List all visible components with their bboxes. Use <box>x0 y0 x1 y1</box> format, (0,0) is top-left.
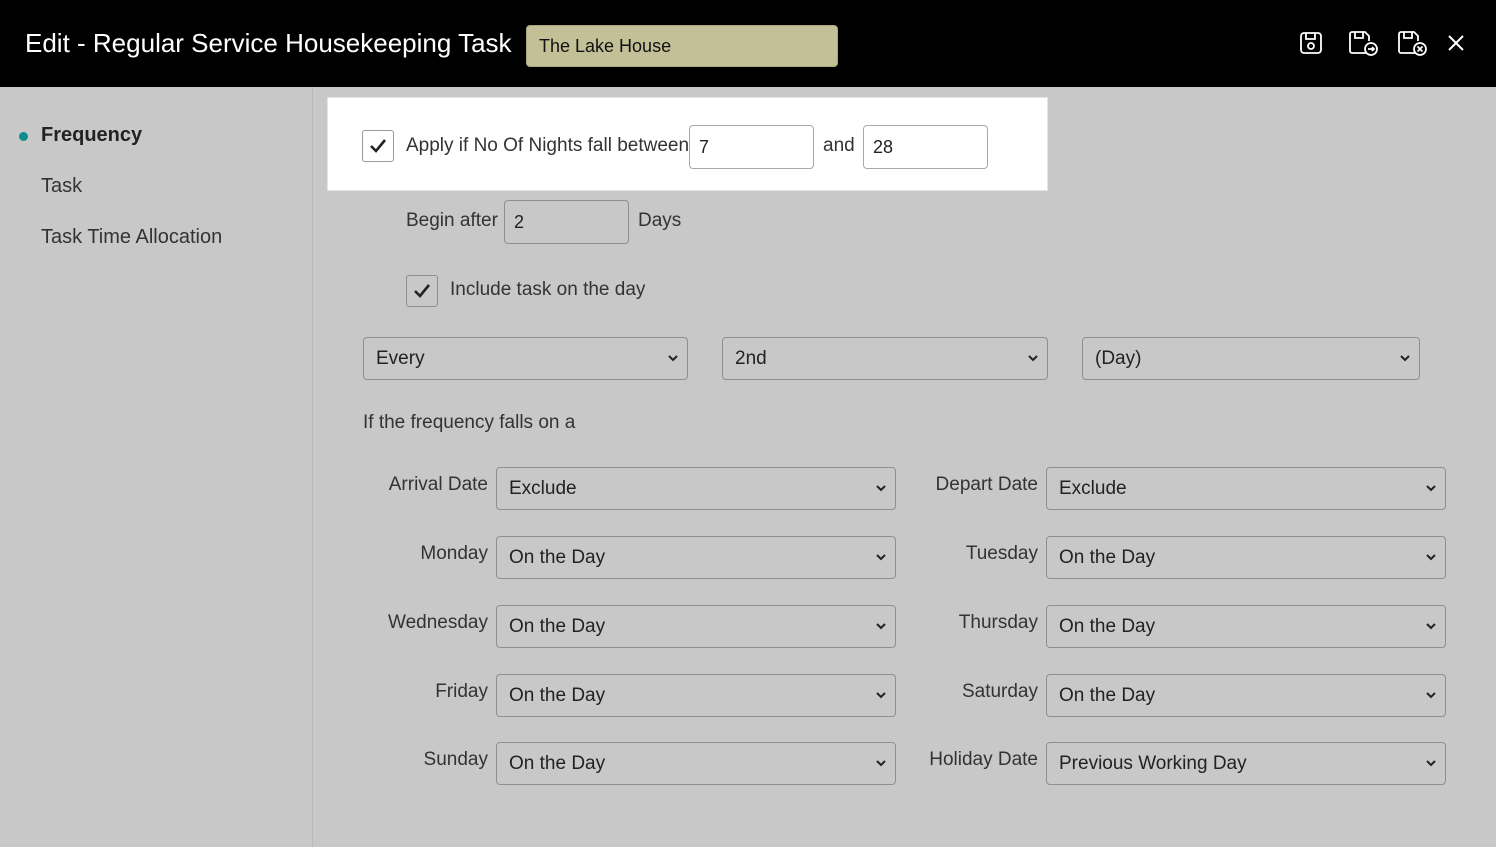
chevron-down-icon <box>876 485 886 492</box>
chevron-down-icon <box>876 692 886 699</box>
thursday-select[interactable]: On the Day <box>1046 605 1446 648</box>
chevron-down-icon <box>1426 485 1436 492</box>
nights-range-label: Apply if No Of Nights fall between <box>406 135 690 156</box>
monday-select[interactable]: On the Day <box>496 536 896 579</box>
friday-label: Friday <box>435 681 488 702</box>
depart-date-label: Depart Date <box>935 474 1038 495</box>
checkmark-icon <box>414 284 431 298</box>
sunday-label: Sunday <box>423 749 488 770</box>
arrival-date-value: Exclude <box>509 478 577 499</box>
chevron-down-icon <box>1400 355 1410 362</box>
close-icon[interactable] <box>1441 28 1471 58</box>
arrival-date-select[interactable]: Exclude <box>496 467 896 510</box>
holiday-date-value: Previous Working Day <box>1059 753 1247 774</box>
sidebar <box>0 87 313 847</box>
chevron-down-icon <box>1426 692 1436 699</box>
holiday-date-select[interactable]: Previous Working Day <box>1046 742 1446 785</box>
every-select-value: Every <box>376 348 425 369</box>
frequency-falls-label: If the frequency falls on a <box>363 412 576 433</box>
sidebar-item-task-time-allocation[interactable]: Task Time Allocation <box>41 226 222 249</box>
wednesday-label: Wednesday <box>388 612 488 633</box>
every-select[interactable]: Every <box>363 337 688 380</box>
save-icon[interactable] <box>1296 28 1326 58</box>
include-task-checkbox[interactable] <box>406 275 438 307</box>
depart-date-value: Exclude <box>1059 478 1127 499</box>
chevron-down-icon <box>1426 623 1436 630</box>
saturday-select[interactable]: On the Day <box>1046 674 1446 717</box>
nights-range-checkbox[interactable] <box>362 130 394 162</box>
chevron-down-icon <box>876 760 886 767</box>
thursday-label: Thursday <box>958 612 1038 633</box>
days-label: Days <box>638 210 682 231</box>
friday-select[interactable]: On the Day <box>496 674 896 717</box>
interval-select-value: 2nd <box>735 348 767 369</box>
sidebar-item-frequency[interactable]: Frequency <box>41 124 142 147</box>
sunday-value: On the Day <box>509 753 606 774</box>
sunday-select[interactable]: On the Day <box>496 742 896 785</box>
tuesday-label: Tuesday <box>965 543 1038 564</box>
tuesday-value: On the Day <box>1059 547 1156 568</box>
tuesday-select[interactable]: On the Day <box>1046 536 1446 579</box>
property-field[interactable]: The Lake House <box>526 25 838 67</box>
chevron-down-icon <box>668 355 678 362</box>
begin-after-input[interactable]: 2 <box>504 200 629 244</box>
period-select[interactable]: (Day) <box>1082 337 1420 380</box>
thursday-value: On the Day <box>1059 616 1156 637</box>
monday-value: On the Day <box>509 547 606 568</box>
chevron-down-icon <box>876 623 886 630</box>
monday-label: Monday <box>420 543 488 564</box>
sidebar-item-task[interactable]: Task <box>41 175 82 198</box>
save-and-copy-icon[interactable] <box>1346 28 1380 58</box>
wednesday-select[interactable]: On the Day <box>496 605 896 648</box>
chevron-down-icon <box>876 554 886 561</box>
depart-date-select[interactable]: Exclude <box>1046 467 1446 510</box>
interval-select[interactable]: 2nd <box>722 337 1048 380</box>
friday-value: On the Day <box>509 685 606 706</box>
title-bar: Edit - Regular Service Housekeeping Task… <box>0 0 1496 87</box>
chevron-down-icon <box>1426 554 1436 561</box>
chevron-down-icon <box>1426 760 1436 767</box>
nights-to-input[interactable]: 28 <box>863 125 988 169</box>
nights-from-input[interactable]: 7 <box>689 125 814 169</box>
wednesday-value: On the Day <box>509 616 606 637</box>
active-indicator-dot <box>19 132 28 141</box>
checkmark-icon <box>370 139 387 153</box>
begin-after-label: Begin after <box>406 210 498 231</box>
chevron-down-icon <box>1028 355 1038 362</box>
saturday-value: On the Day <box>1059 685 1156 706</box>
period-select-value: (Day) <box>1095 348 1142 369</box>
arrival-date-label: Arrival Date <box>388 474 488 495</box>
holiday-date-label: Holiday Date <box>929 749 1038 770</box>
saturday-label: Saturday <box>961 681 1038 702</box>
save-and-close-icon[interactable] <box>1395 28 1429 58</box>
page-title: Edit - Regular Service Housekeeping Task <box>25 28 512 58</box>
include-task-label: Include task on the day <box>450 279 646 300</box>
and-label: and <box>823 135 855 156</box>
